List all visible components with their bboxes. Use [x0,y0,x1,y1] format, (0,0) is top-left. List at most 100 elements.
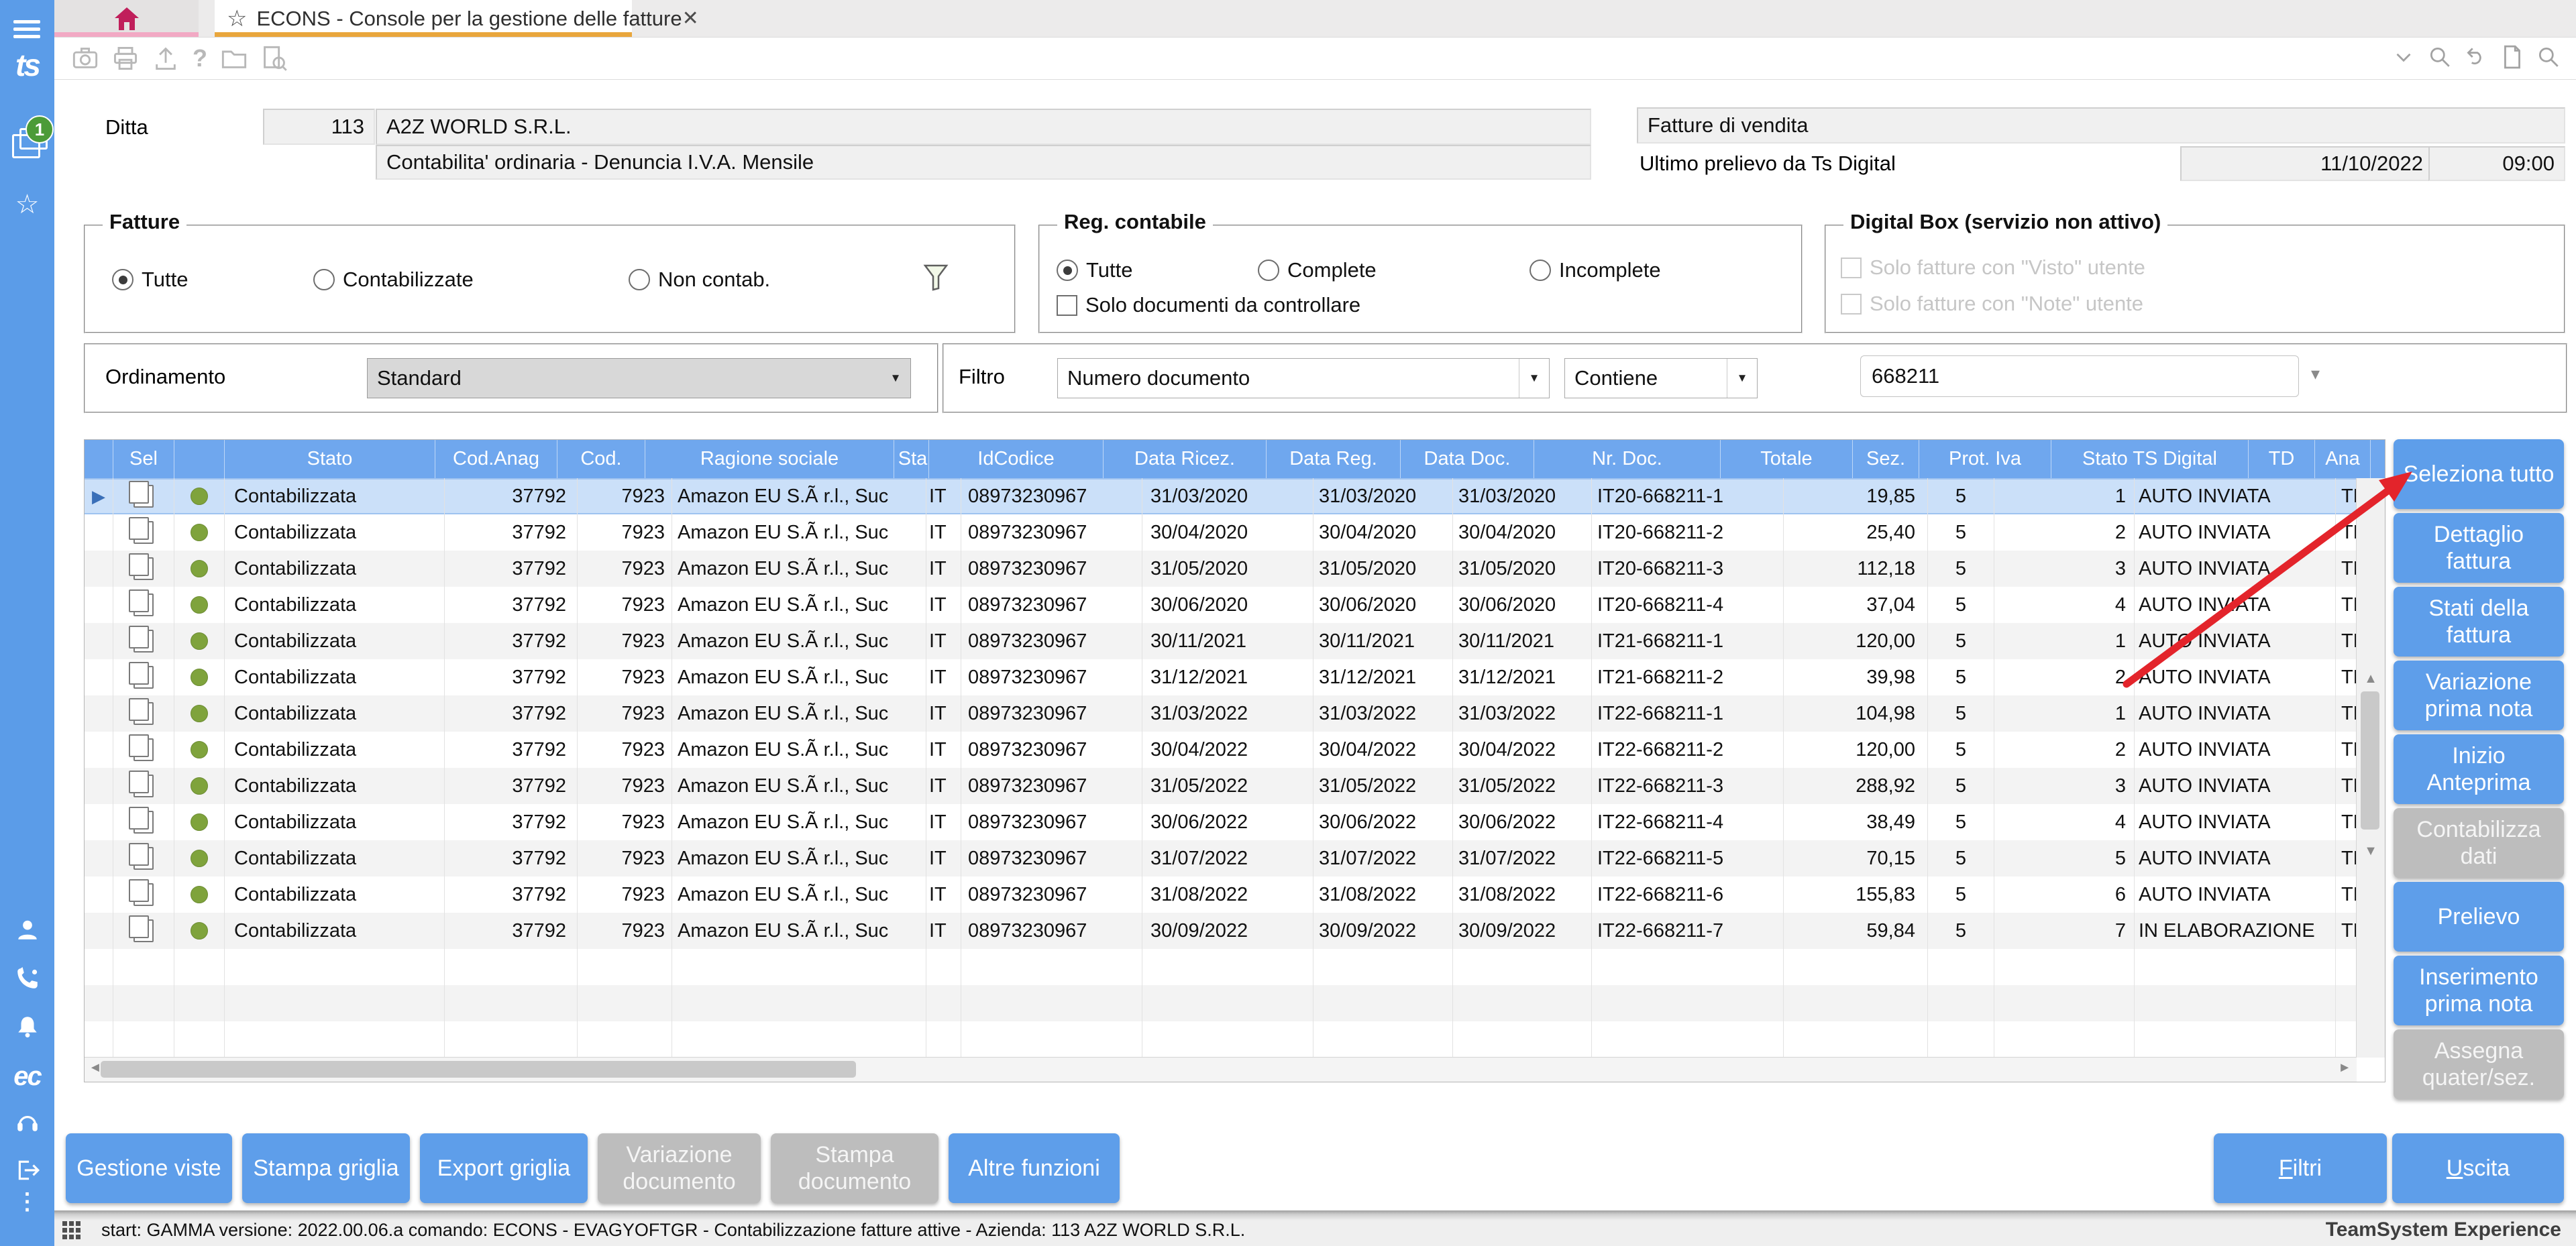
table-row[interactable]: Contabilizzata377927923Amazon EU S.Ã r.l… [85,623,2357,659]
radio-fatture-tutte[interactable]: Tutte [112,268,189,292]
scroll-down-icon[interactable]: ▼ [2357,844,2385,859]
column-header-stato-ts-digital[interactable]: Stato TS Digital [2051,440,2249,478]
column-header-cod-anag[interactable]: Cod.Anag [435,440,557,478]
filter-funnel-icon[interactable] [922,263,949,292]
scroll-left-icon[interactable]: ◄ [89,1060,102,1076]
table-row[interactable]: Contabilizzata377927923Amazon EU S.Ã r.l… [85,587,2357,623]
last-pull-time-field[interactable]: 09:00 [2428,146,2565,181]
headset-icon[interactable] [15,1109,40,1135]
table-row[interactable]: Contabilizzata377927923Amazon EU S.Ã r.l… [85,732,2357,768]
kebab-menu-icon[interactable]: ⋮ [0,1188,54,1215]
inserimento-prima-nota-button[interactable]: Inserimento prima nota [2394,956,2564,1025]
column-header-td[interactable]: TD [2249,440,2315,478]
sel-cell[interactable] [113,804,174,840]
table-row[interactable]: Contabilizzata377927923Amazon EU S.Ã r.l… [85,659,2357,695]
camera-icon[interactable] [72,45,99,72]
table-row[interactable]: ▶Contabilizzata377927923Amazon EU S.Ã r.… [85,478,2357,514]
upload-icon[interactable] [152,45,179,72]
table-row[interactable]: Contabilizzata377927923Amazon EU S.Ã r.l… [85,695,2357,732]
column-header-sta[interactable]: Sta [894,440,929,478]
column-header-blank[interactable] [174,440,225,478]
inizio-anteprima-button[interactable]: Inizio Anteprima [2394,734,2564,804]
sel-cell[interactable] [113,876,174,913]
table-row[interactable]: Contabilizzata377927923Amazon EU S.Ã r.l… [85,804,2357,840]
radio-reg-complete[interactable]: Complete [1258,258,1377,282]
vertical-scroll-thumb[interactable] [2361,691,2379,830]
altre-funzioni-button[interactable]: Altre funzioni [949,1133,1120,1203]
close-tab-icon[interactable]: ✕ [682,7,699,30]
sel-cell[interactable] [113,623,174,659]
column-header-ragione-sociale[interactable]: Ragione sociale [645,440,894,478]
user-icon[interactable] [15,917,40,943]
table-row[interactable]: Contabilizzata377927923Amazon EU S.Ã r.l… [85,913,2357,949]
sel-cell[interactable] [113,913,174,949]
stampa-griglia-button[interactable]: Stampa griglia [242,1133,410,1203]
radio-fatture-contabilizzate[interactable]: Contabilizzate [313,268,474,292]
column-header-ana[interactable]: Ana [2315,440,2371,478]
gestione-viste-button[interactable]: Gestione viste [66,1133,232,1203]
vertical-scrollbar[interactable]: ▲ ▼ [2356,478,2385,1058]
filtro-field-select[interactable]: Numero documento ▼ [1057,358,1550,398]
export-griglia-button[interactable]: Export griglia [420,1133,588,1203]
column-header-idcodice[interactable]: IdCodice [929,440,1104,478]
stati-della-fattura-button[interactable]: Stati della fattura [2394,587,2564,657]
dropdown-arrow-icon[interactable]: ▼ [1727,359,1757,398]
radio-reg-incomplete[interactable]: Incomplete [1529,258,1661,282]
scroll-up-icon[interactable]: ▲ [2357,671,2385,687]
table-row[interactable]: Contabilizzata377927923Amazon EU S.Ã r.l… [85,514,2357,551]
column-header-sez-[interactable]: Sez. [1853,440,1919,478]
column-header-stato[interactable]: Stato [225,440,435,478]
dropdown-arrow-icon[interactable]: ▼ [1519,359,1549,398]
filtro-value-input[interactable]: 668211 [1860,355,2299,397]
help-icon[interactable]: ? [193,44,207,72]
ordinamento-select[interactable]: Standard ▼ [367,358,911,398]
variazione-prima-nota-button[interactable]: Variazione prima nota [2394,661,2564,730]
table-row[interactable]: Contabilizzata377927923Amazon EU S.Ã r.l… [85,840,2357,876]
filtri-button[interactable]: Filtri [2214,1133,2387,1203]
column-header-prot-iva[interactable]: Prot. Iva [1919,440,2051,478]
sel-cell[interactable] [113,587,174,623]
sel-cell[interactable] [113,659,174,695]
horizontal-scroll-thumb[interactable] [101,1061,856,1078]
sel-cell[interactable] [113,768,174,804]
favorite-star-icon[interactable]: ☆ [227,5,247,32]
radio-fatture-non-contab[interactable]: Non contab. [629,268,770,292]
search-small-icon[interactable] [2536,44,2561,70]
undo-icon[interactable] [2463,44,2489,70]
bell-icon[interactable] [15,1014,40,1039]
radio-reg-tutte[interactable]: Tutte [1057,258,1133,282]
sel-cell[interactable] [113,551,174,587]
table-row[interactable]: Contabilizzata377927923Amazon EU S.Ã r.l… [85,876,2357,913]
sel-cell[interactable] [113,840,174,876]
phone-icon[interactable] [15,966,40,991]
sel-cell[interactable] [113,732,174,768]
chevron-down-icon[interactable] [2391,44,2416,70]
scroll-right-icon[interactable]: ► [2338,1060,2351,1076]
dettaglio-fattura-button[interactable]: Dettaglio fattura [2394,513,2564,583]
column-header-totale[interactable]: Totale [1721,440,1853,478]
table-row[interactable]: Contabilizzata377927923Amazon EU S.Ã r.l… [85,551,2357,587]
grip-dots-icon[interactable] [62,1221,80,1239]
ditta-code-field[interactable]: 113 [263,109,375,145]
column-header-cod-[interactable]: Cod. [557,440,645,478]
search-icon[interactable] [2427,44,2453,70]
checkbox-solo-documenti[interactable]: Solo documenti da controllare [1057,293,1360,317]
sel-cell[interactable] [113,478,174,514]
uscita-button[interactable]: Uscita [2392,1133,2564,1203]
horizontal-scrollbar[interactable]: ◄ ► [85,1057,2357,1082]
dropdown-arrow-icon[interactable]: ▼ [881,359,910,398]
home-tab[interactable] [54,0,199,37]
filtro-history-arrow-icon[interactable]: ▾ [2311,363,2320,384]
hamburger-menu-icon[interactable] [13,20,40,39]
column-header-data-doc-[interactable]: Data Doc. [1401,440,1534,478]
logout-icon[interactable] [15,1157,40,1183]
ec-logo[interactable]: ec [0,1062,54,1092]
company-name-field[interactable]: A2Z WORLD S.R.L. [376,109,1591,145]
filtro-operator-select[interactable]: Contiene ▼ [1564,358,1758,398]
prelievo-button[interactable]: Prelievo [2394,882,2564,952]
last-pull-date-field[interactable]: 11/10/2022 [2180,146,2434,181]
print-icon[interactable] [112,45,139,72]
column-header-data-reg-[interactable]: Data Reg. [1267,440,1401,478]
sel-cell[interactable] [113,514,174,551]
column-header-blank[interactable] [85,440,113,478]
